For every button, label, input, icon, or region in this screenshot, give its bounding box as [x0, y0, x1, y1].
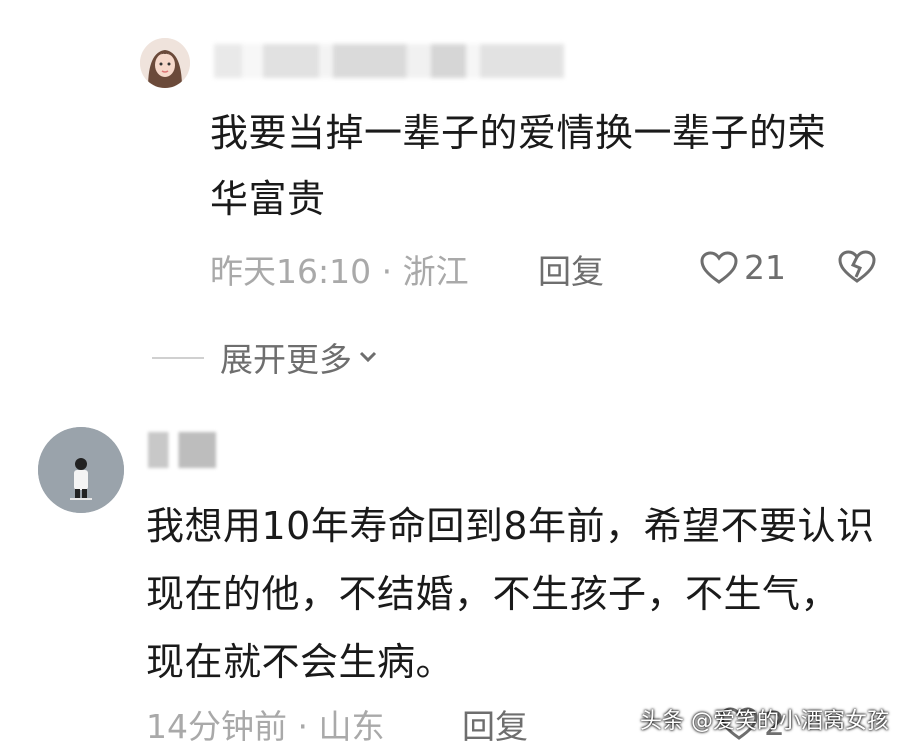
expand-more-label: 展开更多: [220, 340, 352, 379]
comment-avatar[interactable]: [38, 427, 124, 513]
comment-reply-button[interactable]: 回复: [462, 700, 528, 748]
reply-meta: 昨天16:10 · 浙江: [210, 252, 469, 291]
reply-username-blurred[interactable]: [214, 44, 564, 78]
broken-heart-icon: [838, 250, 876, 283]
reply-dislike-button[interactable]: [838, 250, 876, 288]
comment-meta: 14分钟前 · 山东: [146, 707, 385, 746]
expand-more-button[interactable]: 展开更多: [220, 333, 378, 381]
expand-divider: [152, 357, 204, 359]
chevron-down-icon: [359, 351, 377, 363]
comment-username-blurred[interactable]: [148, 432, 216, 468]
heart-outline-icon: [700, 250, 738, 284]
reply-avatar[interactable]: [140, 38, 190, 88]
reply-reply-button[interactable]: 回复: [538, 245, 604, 293]
watermark: 头条 @爱笑的小酒窝女孩: [640, 709, 889, 734]
reply-text: 我要当掉一辈子的爱情换一辈子的荣华富贵: [210, 111, 827, 221]
reply-like-count: 21: [744, 248, 786, 287]
reply-like-button[interactable]: 21: [700, 248, 786, 287]
comment-text: 我想用10年寿命回到8年前，希望不要认识现在的他，不结婚，不生孩子，不生气，现在…: [146, 504, 875, 684]
